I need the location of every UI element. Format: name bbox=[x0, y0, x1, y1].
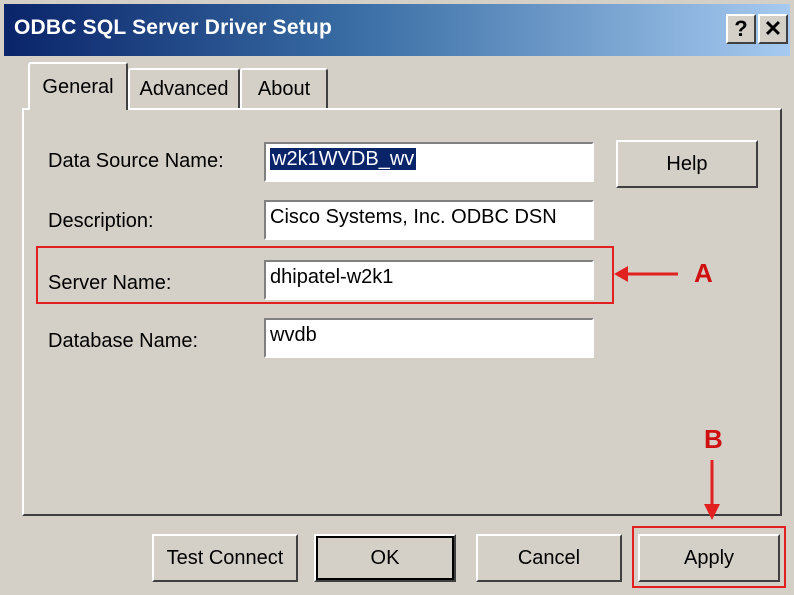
title-bar[interactable]: ODBC SQL Server Driver Setup ? ✕ bbox=[4, 4, 790, 56]
dsn-field[interactable]: w2k1WVDB_wv bbox=[264, 142, 594, 182]
cancel-button[interactable]: Cancel bbox=[476, 534, 622, 582]
odbc-setup-dialog: ODBC SQL Server Driver Setup ? ✕ General… bbox=[0, 0, 794, 595]
arrow-down-icon bbox=[704, 460, 720, 520]
dsn-label: Data Source Name: bbox=[48, 150, 224, 172]
arrow-left-icon bbox=[614, 266, 678, 282]
annotation-label-a: A bbox=[694, 258, 713, 288]
database-name-label: Database Name: bbox=[48, 330, 199, 352]
tab-about[interactable]: About bbox=[240, 68, 328, 108]
description-label: Description: bbox=[48, 210, 154, 232]
ok-button[interactable]: OK bbox=[314, 534, 456, 582]
test-connect-button[interactable]: Test Connect bbox=[152, 534, 298, 582]
help-icon[interactable]: ? bbox=[726, 14, 756, 44]
annotation-label-b: B bbox=[704, 424, 723, 454]
description-field[interactable]: Cisco Systems, Inc. ODBC DSN bbox=[264, 200, 594, 240]
tab-general[interactable]: General bbox=[28, 62, 128, 110]
database-name-field[interactable]: wvdb bbox=[264, 318, 594, 358]
annotation-box-b bbox=[632, 526, 786, 588]
window-title: ODBC SQL Server Driver Setup bbox=[14, 16, 332, 39]
tab-advanced[interactable]: Advanced bbox=[128, 68, 240, 108]
close-icon[interactable]: ✕ bbox=[758, 14, 788, 44]
annotation-box-a bbox=[36, 246, 614, 304]
help-button[interactable]: Help bbox=[616, 140, 758, 188]
dsn-value: w2k1WVDB_wv bbox=[270, 148, 417, 170]
